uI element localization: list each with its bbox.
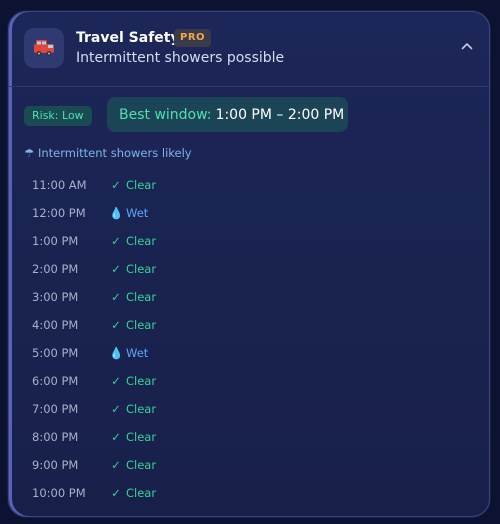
hour-row: 11:00 AM ✓ Clear (32, 171, 472, 199)
check-icon: ✓ (111, 458, 121, 472)
droplet-icon: 💧 (109, 346, 124, 360)
hour-status-label: Wet (126, 346, 149, 360)
umbrella-icon: ☂ (24, 146, 35, 160)
hour-status-label: Clear (126, 374, 157, 388)
hour-row: 12:00 PM 💧 Wet (32, 199, 472, 227)
check-icon: ✓ (111, 262, 121, 276)
hour-time: 8:00 PM (32, 430, 79, 444)
hour-time: 10:00 PM (32, 486, 86, 500)
chevron-up-icon[interactable] (459, 38, 475, 54)
header-divider (9, 86, 489, 87)
hour-time: 5:00 PM (32, 346, 79, 360)
hour-status: ✓ Clear (109, 430, 156, 444)
check-icon: ✓ (111, 430, 121, 444)
check-icon: ✓ (111, 374, 121, 388)
best-window-time: 1:00 PM – 2:00 PM (215, 106, 345, 123)
hour-time: 11:00 AM (32, 178, 87, 192)
hour-status-label: Clear (126, 402, 157, 416)
check-icon: ✓ (111, 318, 121, 332)
hour-row: 1:00 PM ✓ Clear (32, 227, 472, 255)
hour-status: ✓ Clear (109, 486, 156, 500)
hour-time: 2:00 PM (32, 262, 79, 276)
hour-status: ✓ Clear (109, 374, 156, 388)
hour-status: ✓ Clear (109, 178, 156, 192)
hour-status-label: Wet (126, 206, 149, 220)
droplet-icon: 💧 (109, 206, 124, 220)
check-icon: ✓ (111, 402, 121, 416)
hour-time: 4:00 PM (32, 318, 79, 332)
check-icon: ✓ (111, 486, 121, 500)
hour-status: ✓ Clear (109, 402, 156, 416)
hour-row: 5:00 PM 💧 Wet (32, 339, 472, 367)
card-title: Travel Safety (76, 30, 180, 46)
hourly-list: 11:00 AM ✓ Clear 12:00 PM 💧 Wet 1:00 PM ✓ Clear 2… (32, 171, 472, 507)
check-icon: ✓ (111, 290, 121, 304)
hour-status: ✓ Clear (109, 458, 156, 472)
hour-status-label: Clear (126, 178, 157, 192)
hour-row: 4:00 PM ✓ Clear (32, 311, 472, 339)
hour-time: 7:00 PM (32, 402, 79, 416)
hour-status-label: Clear (126, 290, 157, 304)
pro-badge: PRO (174, 29, 212, 47)
card-subtitle: Intermittent showers possible (76, 50, 285, 66)
hour-time: 6:00 PM (32, 374, 79, 388)
hour-status: ✓ Clear (109, 262, 156, 276)
hour-status-label: Clear (126, 262, 157, 276)
hour-status: 💧 Wet (109, 206, 148, 220)
best-window-label: Best window: (119, 106, 212, 123)
hour-time: 12:00 PM (32, 206, 86, 220)
hour-row: 7:00 PM ✓ Clear (32, 395, 472, 423)
hour-time: 1:00 PM (32, 234, 79, 248)
hour-row: 9:00 PM ✓ Clear (32, 451, 472, 479)
hour-status: ✓ Clear (109, 318, 156, 332)
hour-row: 10:00 PM ✓ Clear (32, 479, 472, 507)
hour-status-label: Clear (126, 458, 157, 472)
hour-row: 2:00 PM ✓ Clear (32, 255, 472, 283)
hour-time: 9:00 PM (32, 458, 79, 472)
best-window-box: Best window: 1:00 PM – 2:00 PM (107, 97, 348, 132)
hour-row: 8:00 PM ✓ Clear (32, 423, 472, 451)
showers-note: ☂ Intermittent showers likely (24, 146, 192, 160)
hour-status: ✓ Clear (109, 290, 156, 304)
hour-status-label: Clear (126, 234, 157, 248)
hour-status-label: Clear (126, 486, 157, 500)
hour-time: 3:00 PM (32, 290, 79, 304)
showers-note-text: Intermittent showers likely (37, 146, 192, 160)
check-icon: ✓ (111, 178, 121, 192)
hour-status: 💧 Wet (109, 346, 148, 360)
hour-status-label: Clear (126, 430, 157, 444)
check-icon: ✓ (111, 234, 121, 248)
hour-status-label: Clear (126, 318, 157, 332)
hour-status: ✓ Clear (109, 234, 156, 248)
hour-row: 6:00 PM ✓ Clear (32, 367, 472, 395)
travel-safety-card: Travel Safety PRO Intermittent showers p… (8, 11, 490, 517)
card-header[interactable]: Travel Safety PRO Intermittent showers p… (9, 12, 489, 86)
car-icon (24, 28, 64, 68)
hour-row: 3:00 PM ✓ Clear (32, 283, 472, 311)
risk-badge: Risk: Low (24, 106, 92, 126)
